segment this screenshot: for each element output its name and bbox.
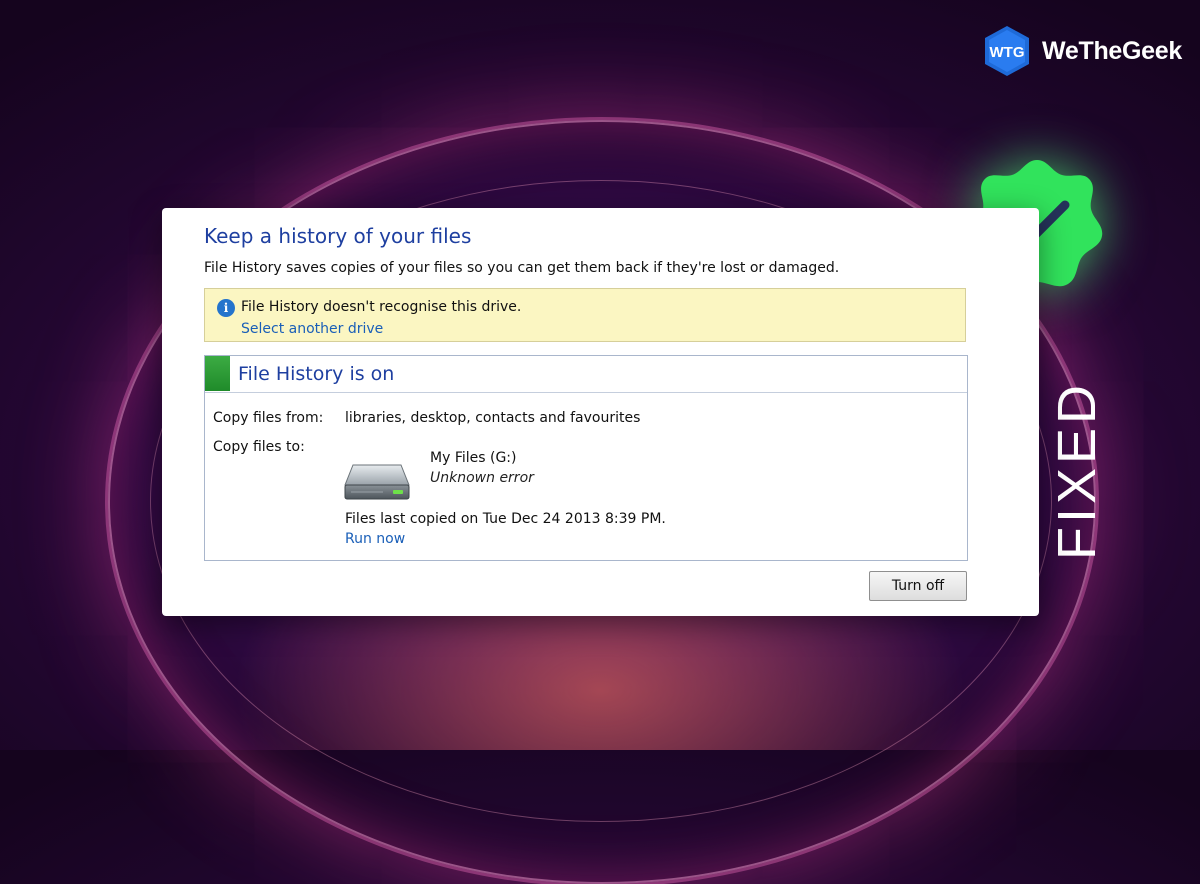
- status-panel: File History is on Copy files from: libr…: [204, 355, 968, 561]
- info-icon: i: [217, 299, 235, 317]
- copy-from-label: Copy files from:: [213, 410, 324, 426]
- drive-status: Unknown error: [430, 470, 534, 486]
- copy-to-label: Copy files to:: [213, 439, 305, 455]
- select-another-drive-link[interactable]: Select another drive: [241, 321, 383, 337]
- file-history-dialog: Keep a history of your files File Histor…: [162, 208, 1039, 616]
- brand-name: WeTheGeek: [1042, 36, 1182, 65]
- dialog-subtitle: File History saves copies of your files …: [204, 260, 840, 276]
- run-now-link[interactable]: Run now: [345, 531, 405, 547]
- drive-name: My Files (G:): [430, 450, 517, 466]
- hard-drive-icon: [343, 461, 411, 503]
- fixed-label: FIXED: [1047, 380, 1107, 560]
- brand-logo-icon: WTG: [985, 26, 1030, 76]
- copy-from-value: libraries, desktop, contacts and favouri…: [345, 410, 641, 426]
- last-copied-text: Files last copied on Tue Dec 24 2013 8:3…: [345, 511, 666, 527]
- warning-message: File History doesn't recognise this driv…: [241, 299, 522, 315]
- brand-logo: WTG: [980, 24, 1034, 78]
- brand-logo-text: WTG: [990, 44, 1025, 61]
- status-panel-header: File History is on: [205, 356, 967, 393]
- status-title: File History is on: [238, 363, 395, 385]
- warning-banner: i File History doesn't recognise this dr…: [204, 288, 966, 342]
- turn-off-button[interactable]: Turn off: [869, 571, 967, 601]
- status-green-indicator: [205, 356, 230, 391]
- dialog-title: Keep a history of your files: [204, 224, 472, 248]
- brand: WTG WeTheGeek: [980, 24, 1182, 78]
